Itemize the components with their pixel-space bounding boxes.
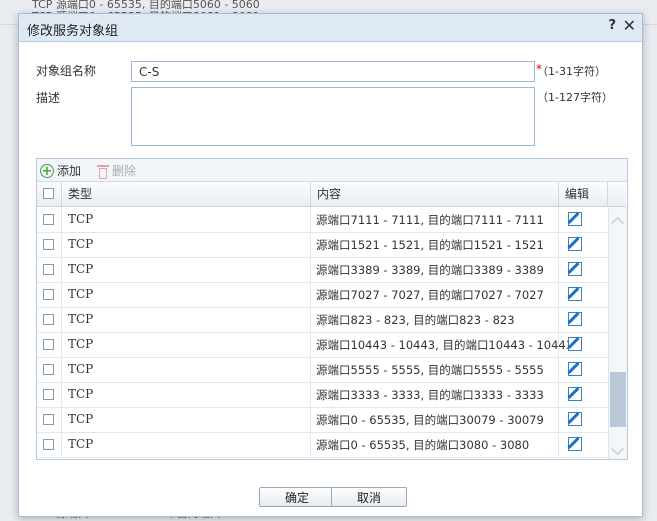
plus-icon: + xyxy=(40,163,54,179)
description-textarea[interactable] xyxy=(131,87,535,146)
cancel-button[interactable]: 取消 xyxy=(331,487,407,507)
row-checkbox[interactable] xyxy=(43,389,54,400)
row-type: TCP xyxy=(68,412,94,426)
row-type: TCP xyxy=(68,387,94,401)
header-content[interactable]: 内容 xyxy=(311,182,559,206)
table-row[interactable]: TCP 源端口10443 - 10443, 目的端口10443 - 10443 xyxy=(37,332,608,358)
row-type: TCP xyxy=(68,212,94,226)
dialog-title: 修改服务对象组 xyxy=(27,24,119,39)
row-content: 源端口0 - 65535, 目的端口30079 - 30079 xyxy=(316,413,544,427)
close-icon[interactable]: ✕ xyxy=(623,16,636,35)
row-content: 源端口0 - 65535, 目的端口3080 - 3080 xyxy=(316,438,530,452)
row-type: TCP xyxy=(68,237,94,251)
grid-header: 类型 内容 编辑 xyxy=(37,182,626,207)
description-label: 描述 xyxy=(36,91,61,105)
ok-button[interactable]: 确定 xyxy=(259,487,335,507)
table-row[interactable]: TCP 源端口0 - 65535, 目的端口3080 - 3080 xyxy=(37,432,608,458)
row-checkbox[interactable] xyxy=(43,314,54,325)
edit-icon[interactable] xyxy=(568,337,582,351)
edit-icon[interactable] xyxy=(568,312,582,326)
header-checkbox-cell xyxy=(37,182,62,206)
edit-icon[interactable] xyxy=(568,437,582,451)
row-content: 源端口7027 - 7027, 目的端口7027 - 7027 xyxy=(316,288,544,302)
name-input[interactable] xyxy=(131,61,535,82)
row-checkbox[interactable] xyxy=(43,214,54,225)
row-content: 源端口823 - 823, 目的端口823 - 823 xyxy=(316,313,515,327)
row-checkbox[interactable] xyxy=(43,339,54,350)
row-content: 源端口1521 - 1521, 目的端口1521 - 1521 xyxy=(316,238,544,252)
dialog-titlebar: 修改服务对象组 ? ✕ xyxy=(19,14,642,42)
row-content: 源端口3389 - 3389, 目的端口3389 - 3389 xyxy=(316,263,544,277)
row-checkbox[interactable] xyxy=(43,239,54,250)
scroll-thumb[interactable] xyxy=(610,372,626,427)
edit-icon[interactable] xyxy=(568,212,582,226)
edit-icon[interactable] xyxy=(568,237,582,251)
row-checkbox[interactable] xyxy=(43,289,54,300)
table-row[interactable]: TCP 源端口1521 - 1521, 目的端口1521 - 1521 xyxy=(37,232,608,258)
description-hint: （1-127字符） xyxy=(537,91,613,104)
row-type: TCP xyxy=(68,362,94,376)
table-row[interactable]: TCP 源端口823 - 823, 目的端口823 - 823 xyxy=(37,307,608,333)
name-hint: （1-31字符） xyxy=(537,65,606,78)
table-row[interactable]: TCP 源端口7027 - 7027, 目的端口7027 - 7027 xyxy=(37,282,608,308)
edit-icon[interactable] xyxy=(568,387,582,401)
edit-icon[interactable] xyxy=(568,412,582,426)
edit-icon[interactable] xyxy=(568,362,582,376)
row-content: 源端口3333 - 3333, 目的端口3333 - 3333 xyxy=(316,388,544,402)
row-content: 源端口10443 - 10443, 目的端口10443 - 10443 xyxy=(316,338,574,352)
table-row[interactable]: TCP 源端口3389 - 3389, 目的端口3389 - 3389 xyxy=(37,257,608,283)
row-type: TCP xyxy=(68,262,94,276)
row-type: TCP xyxy=(68,337,94,351)
grid-toolbar: + 添加 删除 xyxy=(37,159,627,182)
edit-icon[interactable] xyxy=(568,287,582,301)
table-row[interactable]: TCP 源端口0 - 65535, 目的端口30079 - 30079 xyxy=(37,407,608,433)
grid-rows: TCP 源端口7111 - 7111, 目的端口7111 - 7111 TCP … xyxy=(37,207,608,459)
table-row[interactable]: TCP 源端口3333 - 3333, 目的端口3333 - 3333 xyxy=(37,382,608,408)
header-edit: 编辑 xyxy=(559,182,608,206)
row-checkbox[interactable] xyxy=(43,264,54,275)
service-grid: + 添加 删除 类型 内容 编辑 TCP 源端口7111 - 7111, 目的端… xyxy=(36,158,628,460)
edit-service-group-dialog: 修改服务对象组 ? ✕ 对象组名称 * （1-31字符） 描述 （1-127字符… xyxy=(18,13,643,517)
row-type: TCP xyxy=(68,312,94,326)
grid-scrollbar[interactable] xyxy=(608,207,627,459)
select-all-checkbox[interactable] xyxy=(43,188,54,199)
name-label: 对象组名称 xyxy=(36,64,97,78)
table-row[interactable]: TCP 源端口7111 - 7111, 目的端口7111 - 7111 xyxy=(37,207,608,233)
row-type: TCP xyxy=(68,437,94,451)
delete-button[interactable]: 删除 xyxy=(97,162,136,179)
help-icon[interactable]: ? xyxy=(608,18,616,33)
header-type[interactable]: 类型 xyxy=(62,182,311,206)
add-label: 添加 xyxy=(57,164,82,178)
trash-icon xyxy=(97,164,109,179)
scroll-down-icon[interactable] xyxy=(611,442,624,455)
row-checkbox[interactable] xyxy=(43,364,54,375)
table-row[interactable]: TCP 源端口5555 - 5555, 目的端口5555 - 5555 xyxy=(37,357,608,383)
row-content: 源端口7111 - 7111, 目的端口7111 - 7111 xyxy=(316,213,544,227)
row-checkbox[interactable] xyxy=(43,414,54,425)
row-checkbox[interactable] xyxy=(43,439,54,450)
delete-label: 删除 xyxy=(112,164,137,178)
scroll-up-icon[interactable] xyxy=(611,217,624,230)
edit-icon[interactable] xyxy=(568,262,582,276)
row-content: 源端口5555 - 5555, 目的端口5555 - 5555 xyxy=(316,363,544,377)
add-button[interactable]: + 添加 xyxy=(40,162,81,179)
row-type: TCP xyxy=(68,287,94,301)
